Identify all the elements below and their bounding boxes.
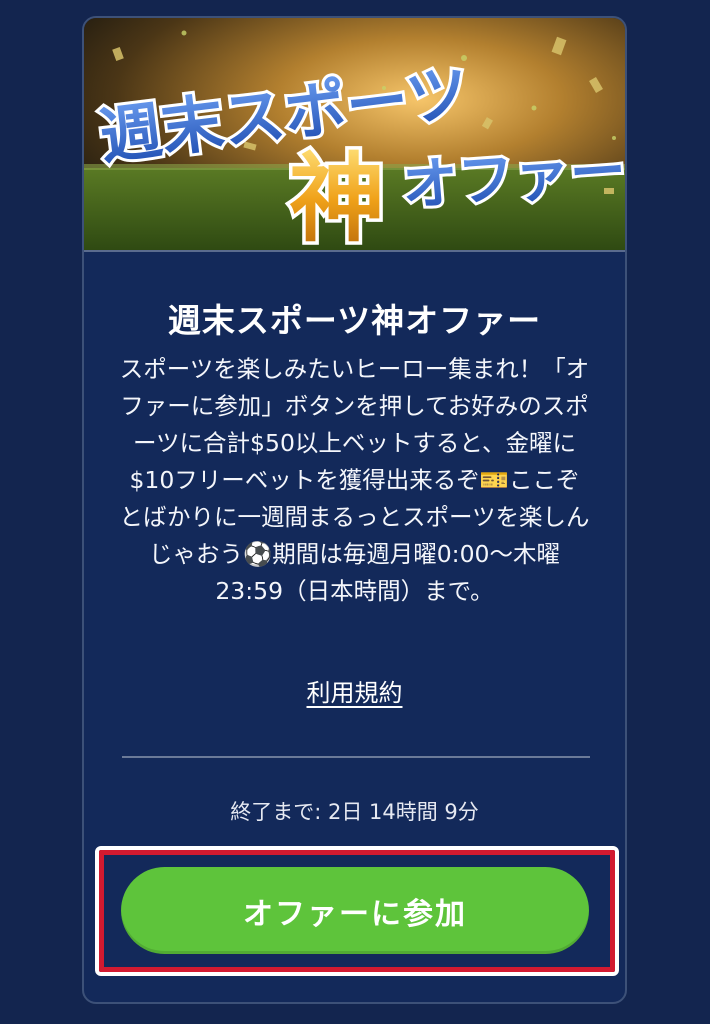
join-offer-button[interactable]: オファーに参加 (121, 867, 589, 954)
banner-kami: 神 (289, 143, 385, 250)
offer-title: 週末スポーツ神オファー (167, 301, 542, 340)
divider (122, 756, 590, 758)
countdown-text: 終了まで: 2日 14時間 9分 (230, 800, 479, 824)
offer-description: スポーツを楽しみたいヒーロー集まれ！「オファーに参加」ボタンを押してお好みのスポ… (119, 355, 590, 605)
terms-link[interactable]: 利用規約 (84, 673, 625, 708)
offer-banner-image: 週末スポーツ 神 オファー (84, 18, 625, 252)
